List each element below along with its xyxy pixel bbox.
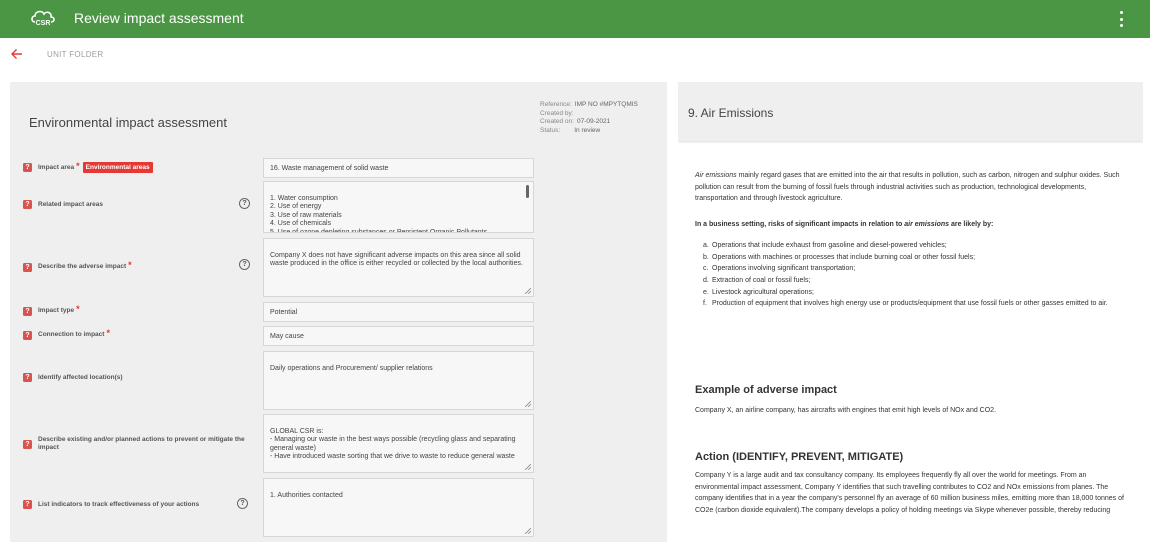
intro-paragraph: Air emissions mainly regard gases that a… [695, 170, 1123, 205]
help-icon[interactable]: ? [239, 198, 250, 209]
question-icon[interactable]: ? [23, 373, 32, 382]
reference-label: Reference: [540, 101, 572, 108]
intro-emphasis: Air emissions [695, 172, 737, 179]
actions-text: GLOBAL CSR is: - Managing our waste in t… [270, 427, 516, 461]
resize-handle-icon[interactable] [525, 464, 531, 470]
list-item: b. Operations with machines or processes … [703, 253, 976, 261]
indicators-label: List indicators to track effectiveness o… [38, 500, 200, 508]
indicators-text: 1. Authorities contacted [270, 491, 343, 499]
connection-field[interactable]: May cause [263, 326, 534, 346]
back-arrow-icon[interactable] [10, 47, 24, 61]
impact-area-field[interactable]: 16. Waste management of solid waste [263, 158, 534, 178]
describe-impact-textarea[interactable]: Company X does not have significant adve… [263, 238, 534, 297]
risk-heading-post: are likely by: [949, 221, 994, 229]
question-icon[interactable]: ? [23, 163, 32, 172]
reference-value: IMP NO #MPYTQMIS [574, 101, 638, 108]
question-icon[interactable]: ? [23, 262, 32, 272]
created-on-label: Created on: [540, 118, 574, 125]
help-icon[interactable]: ? [239, 259, 250, 270]
risk-heading-pre: In a business setting, risks of signific… [695, 221, 905, 229]
action-text: Company Y is a large audit and tax consu… [695, 472, 1124, 515]
question-icon[interactable]: ? [23, 330, 32, 340]
guidance-header: 9. Air Emissions [678, 82, 1143, 141]
scrollbar-thumb[interactable] [526, 185, 529, 198]
related-areas-list[interactable]: 1. Water consumption 2. Use of energy 3.… [263, 181, 534, 233]
guidance-title: 9. Air Emissions [688, 106, 774, 120]
list-item: f. Production of equipment that involves … [703, 300, 1108, 308]
risk-heading: In a business setting, risks of signific… [695, 219, 1123, 231]
required-marker: * [106, 328, 110, 338]
risk-list: a. Operations that include exhaust from g… [695, 240, 1123, 310]
impact-area-row: ? Impact area * Environmental areas [23, 160, 153, 173]
breadcrumb[interactable]: UNIT FOLDER [47, 50, 104, 59]
resize-handle-icon[interactable] [525, 401, 531, 407]
guidance-panel: 9. Air Emissions Air emissions mainly re… [678, 82, 1143, 542]
assessment-meta: Reference: IMP NO #MPYTQMIS Created by: C… [540, 101, 638, 135]
impact-type-label: Impact type [38, 307, 75, 314]
list-item: d. Extraction of coal or fossil fuels; [703, 276, 811, 284]
required-marker: * [128, 260, 132, 270]
actions-label: Describe existing and/or planned actions… [38, 436, 245, 451]
related-areas-row: ? Related impact areas [23, 200, 103, 209]
required-marker: * [76, 160, 80, 171]
question-icon[interactable]: ? [23, 500, 32, 509]
intro-text: mainly regard gases that are emitted int… [695, 172, 1120, 203]
risk-heading-emphasis: air emissions [904, 221, 950, 229]
question-icon[interactable]: ? [23, 200, 32, 209]
guidance-body: Air emissions mainly regard gases that a… [695, 170, 1123, 310]
indicators-textarea[interactable]: 1. Authorities contacted [263, 478, 534, 537]
status-label: Status: [540, 126, 561, 134]
connection-label: Connection to impact [38, 331, 105, 338]
csr-logo-icon: CSR [31, 10, 55, 27]
more-menu-icon[interactable] [1118, 11, 1124, 27]
question-icon[interactable]: ? [23, 439, 32, 449]
environmental-areas-tag[interactable]: Environmental areas [82, 162, 153, 173]
form-title: Environmental impact assessment [29, 115, 227, 130]
example-heading: Example of adverse impact [695, 384, 837, 396]
svg-text:CSR: CSR [36, 20, 51, 27]
connection-row: ? Connection to impact * [23, 328, 110, 340]
help-icon[interactable]: ? [237, 498, 248, 509]
assessment-form-panel: Environmental impact assessment Referenc… [10, 82, 667, 542]
example-text: Company X, an airline company, has aircr… [695, 407, 997, 414]
describe-impact-text: Company X does not have significant adve… [270, 251, 523, 268]
required-marker: * [76, 304, 80, 314]
status-value: In review [574, 126, 601, 134]
action-heading: Action (IDENTIFY, PREVENT, MITIGATE) [695, 451, 904, 463]
impact-type-field[interactable]: Potential [263, 302, 534, 322]
app-bar: CSR Review impact assessment [0, 0, 1150, 38]
describe-impact-row: ? Describe the adverse impact * [23, 260, 132, 272]
created-on-value: 07-09-2021 [576, 118, 611, 125]
list-item: c. Operations involving significant trans… [703, 265, 856, 273]
resize-handle-icon[interactable] [525, 288, 531, 294]
locations-label: Identify affected location(s) [38, 373, 123, 381]
impact-area-label: Impact area [38, 163, 75, 171]
actions-textarea[interactable]: GLOBAL CSR is: - Managing our waste in t… [263, 414, 534, 473]
related-areas-label: Related impact areas [38, 200, 104, 208]
related-areas-text: 1. Water consumption 2. Use of energy 3.… [270, 194, 488, 233]
indicators-row: ? List indicators to track effectiveness… [23, 500, 199, 509]
actions-row: ? Describe existing and/or planned actio… [23, 436, 248, 452]
list-item: a. Operations that include exhaust from g… [703, 241, 947, 249]
list-item: e. Livestock agricultural operations; [703, 288, 814, 296]
created-by-label: Created by: [540, 109, 574, 117]
resize-handle-icon[interactable] [525, 528, 531, 534]
locations-textarea[interactable]: Daily operations and Procurement/ suppli… [263, 351, 534, 410]
describe-impact-label: Describe the adverse impact [38, 263, 127, 270]
app-title: Review impact assessment [74, 10, 244, 26]
locations-row: ? Identify affected location(s) [23, 373, 123, 382]
impact-type-row: ? Impact type * [23, 304, 80, 316]
question-icon[interactable]: ? [23, 306, 32, 316]
locations-text: Daily operations and Procurement/ suppli… [270, 364, 433, 372]
